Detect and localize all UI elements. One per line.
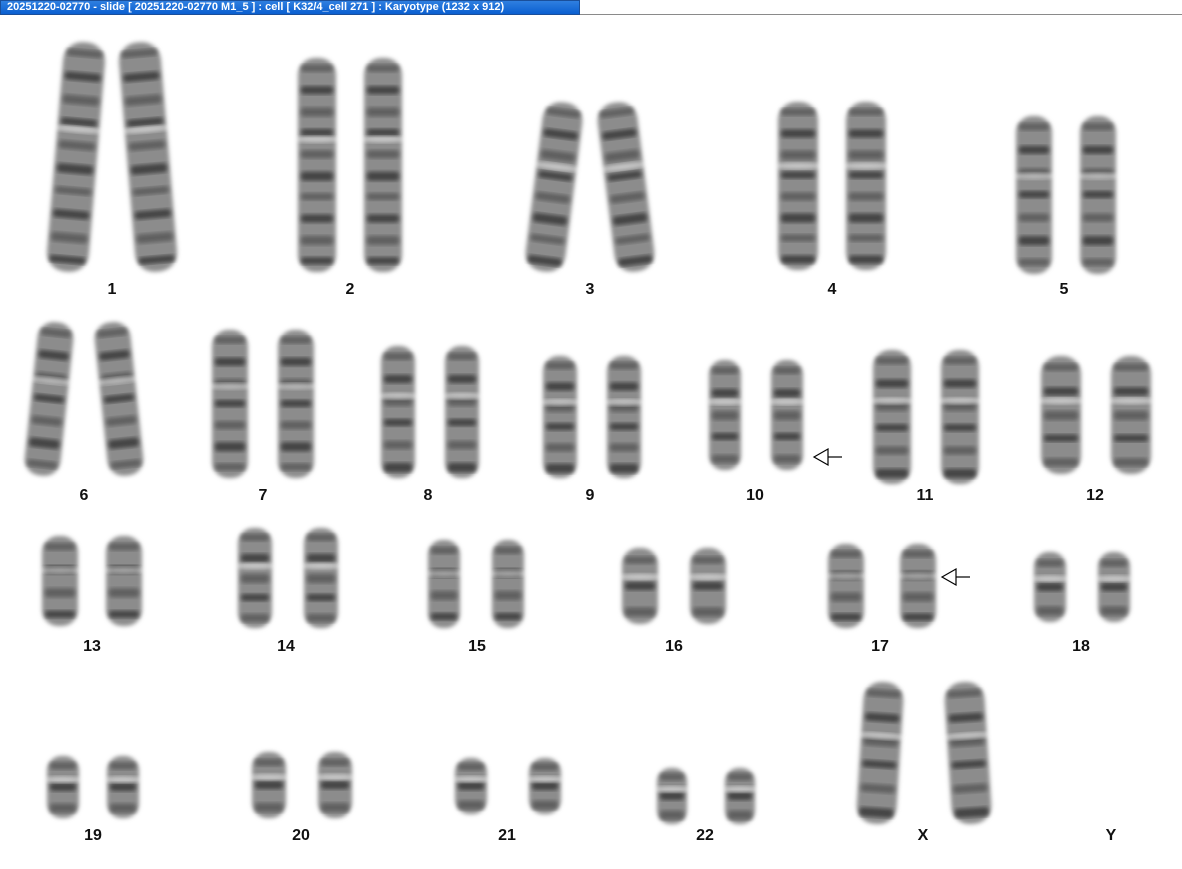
- chromosome-20-b: [313, 752, 357, 818]
- chromosome-label-6: 6: [79, 487, 89, 504]
- chromosome-label-22: 22: [696, 827, 714, 844]
- arrow-chr17-head: [940, 567, 957, 587]
- chromosome-label-3: 3: [585, 281, 595, 298]
- chromosome-10-b: [767, 360, 807, 470]
- chromosome-17-a: [823, 544, 869, 628]
- chromosome-16-a: [617, 548, 663, 624]
- chromosome-label-5: 5: [1059, 281, 1069, 298]
- chromosome-4-a: [773, 102, 823, 270]
- chromosome-6-a: [24, 322, 74, 476]
- chromosome-1-a: [46, 42, 106, 272]
- chromosome-11-b: [936, 350, 984, 484]
- window-title: 20251220-02770 - slide [ 20251220-02770 …: [7, 1, 505, 13]
- chromosome-label-13: 13: [83, 638, 101, 655]
- chromosome-7-b: [273, 330, 319, 478]
- karyogram-image: [24, 42, 1156, 825]
- chromosome-8-b: [440, 346, 484, 478]
- chromosome-label-2: 2: [345, 281, 355, 298]
- chromosome-22-b: [721, 768, 759, 824]
- chromosome-9-b: [602, 356, 646, 478]
- chromosome-x-a: [856, 681, 906, 825]
- window-title-bar[interactable]: 20251220-02770 - slide [ 20251220-02770 …: [0, 0, 580, 15]
- chromosome-19-a: [43, 756, 83, 818]
- chromosome-9-a: [538, 356, 582, 478]
- chromosome-label-20: 20: [292, 827, 310, 844]
- chromosome-18-a: [1030, 552, 1070, 622]
- chromosome-17-b: [895, 544, 941, 628]
- chromosome-8-a: [376, 346, 420, 478]
- chromosome-22-a: [653, 768, 691, 824]
- chromosome-7-a: [207, 330, 253, 478]
- chromosome-label-19: 19: [84, 827, 102, 844]
- chromosome-19-b: [103, 756, 143, 818]
- chromosome-15-a: [424, 540, 464, 628]
- chromosome-14-b: [299, 528, 343, 628]
- chromosome-2-b: [359, 58, 407, 272]
- chromosome-4-b: [841, 102, 891, 270]
- chromosome-21-b: [525, 758, 565, 814]
- title-divider: [580, 14, 1182, 15]
- chromosome-label-7: 7: [258, 487, 268, 504]
- chromosome-13-a: [37, 536, 83, 626]
- chromosome-1-b: [118, 42, 178, 272]
- chromosome-14-a: [233, 528, 277, 628]
- chromosome-label-11: 11: [916, 487, 934, 504]
- chromosome-label-15: 15: [468, 638, 486, 655]
- chromosome-label-10: 10: [746, 487, 764, 504]
- chromosome-11-a: [868, 350, 916, 484]
- chromosome-label-9: 9: [585, 487, 595, 504]
- chromosome-18-b: [1094, 552, 1134, 622]
- chromosome-6-b: [94, 322, 144, 476]
- chromosome-3-b: [597, 102, 655, 272]
- chromosome-x-b: [942, 681, 992, 825]
- chromosome-label-16: 16: [665, 638, 683, 655]
- chromosome-label-y: Y: [1105, 827, 1117, 844]
- chromosome-10-a: [705, 360, 745, 470]
- arrow-chr10-head: [812, 447, 829, 467]
- chromosome-label-21: 21: [498, 827, 516, 844]
- chromosome-label-4: 4: [827, 281, 837, 298]
- chromosome-5-a: [1011, 116, 1057, 274]
- chromosome-12-b: [1106, 356, 1156, 474]
- karyotype-canvas: 1 2 3 4 5 6 7 8 9 10 11 12 13 14 15 16 1…: [0, 16, 1182, 869]
- chromosome-label-18: 18: [1072, 638, 1090, 655]
- chromosome-label-14: 14: [277, 638, 295, 655]
- chromosome-2-a: [293, 58, 341, 272]
- chromosome-3-a: [525, 102, 583, 272]
- chromosome-label-1: 1: [107, 281, 117, 298]
- chromosome-20-a: [247, 752, 291, 818]
- chromosome-label-x: X: [917, 827, 929, 844]
- chromosome-12-a: [1036, 356, 1086, 474]
- chromosome-label-17: 17: [871, 638, 889, 655]
- chromosome-15-b: [488, 540, 528, 628]
- chromosome-13-b: [101, 536, 147, 626]
- chromosome-label-12: 12: [1086, 487, 1104, 504]
- chromosome-5-b: [1075, 116, 1121, 274]
- chromosome-21-a: [451, 758, 491, 814]
- chromosome-16-b: [685, 548, 731, 624]
- chromosome-label-8: 8: [423, 487, 433, 504]
